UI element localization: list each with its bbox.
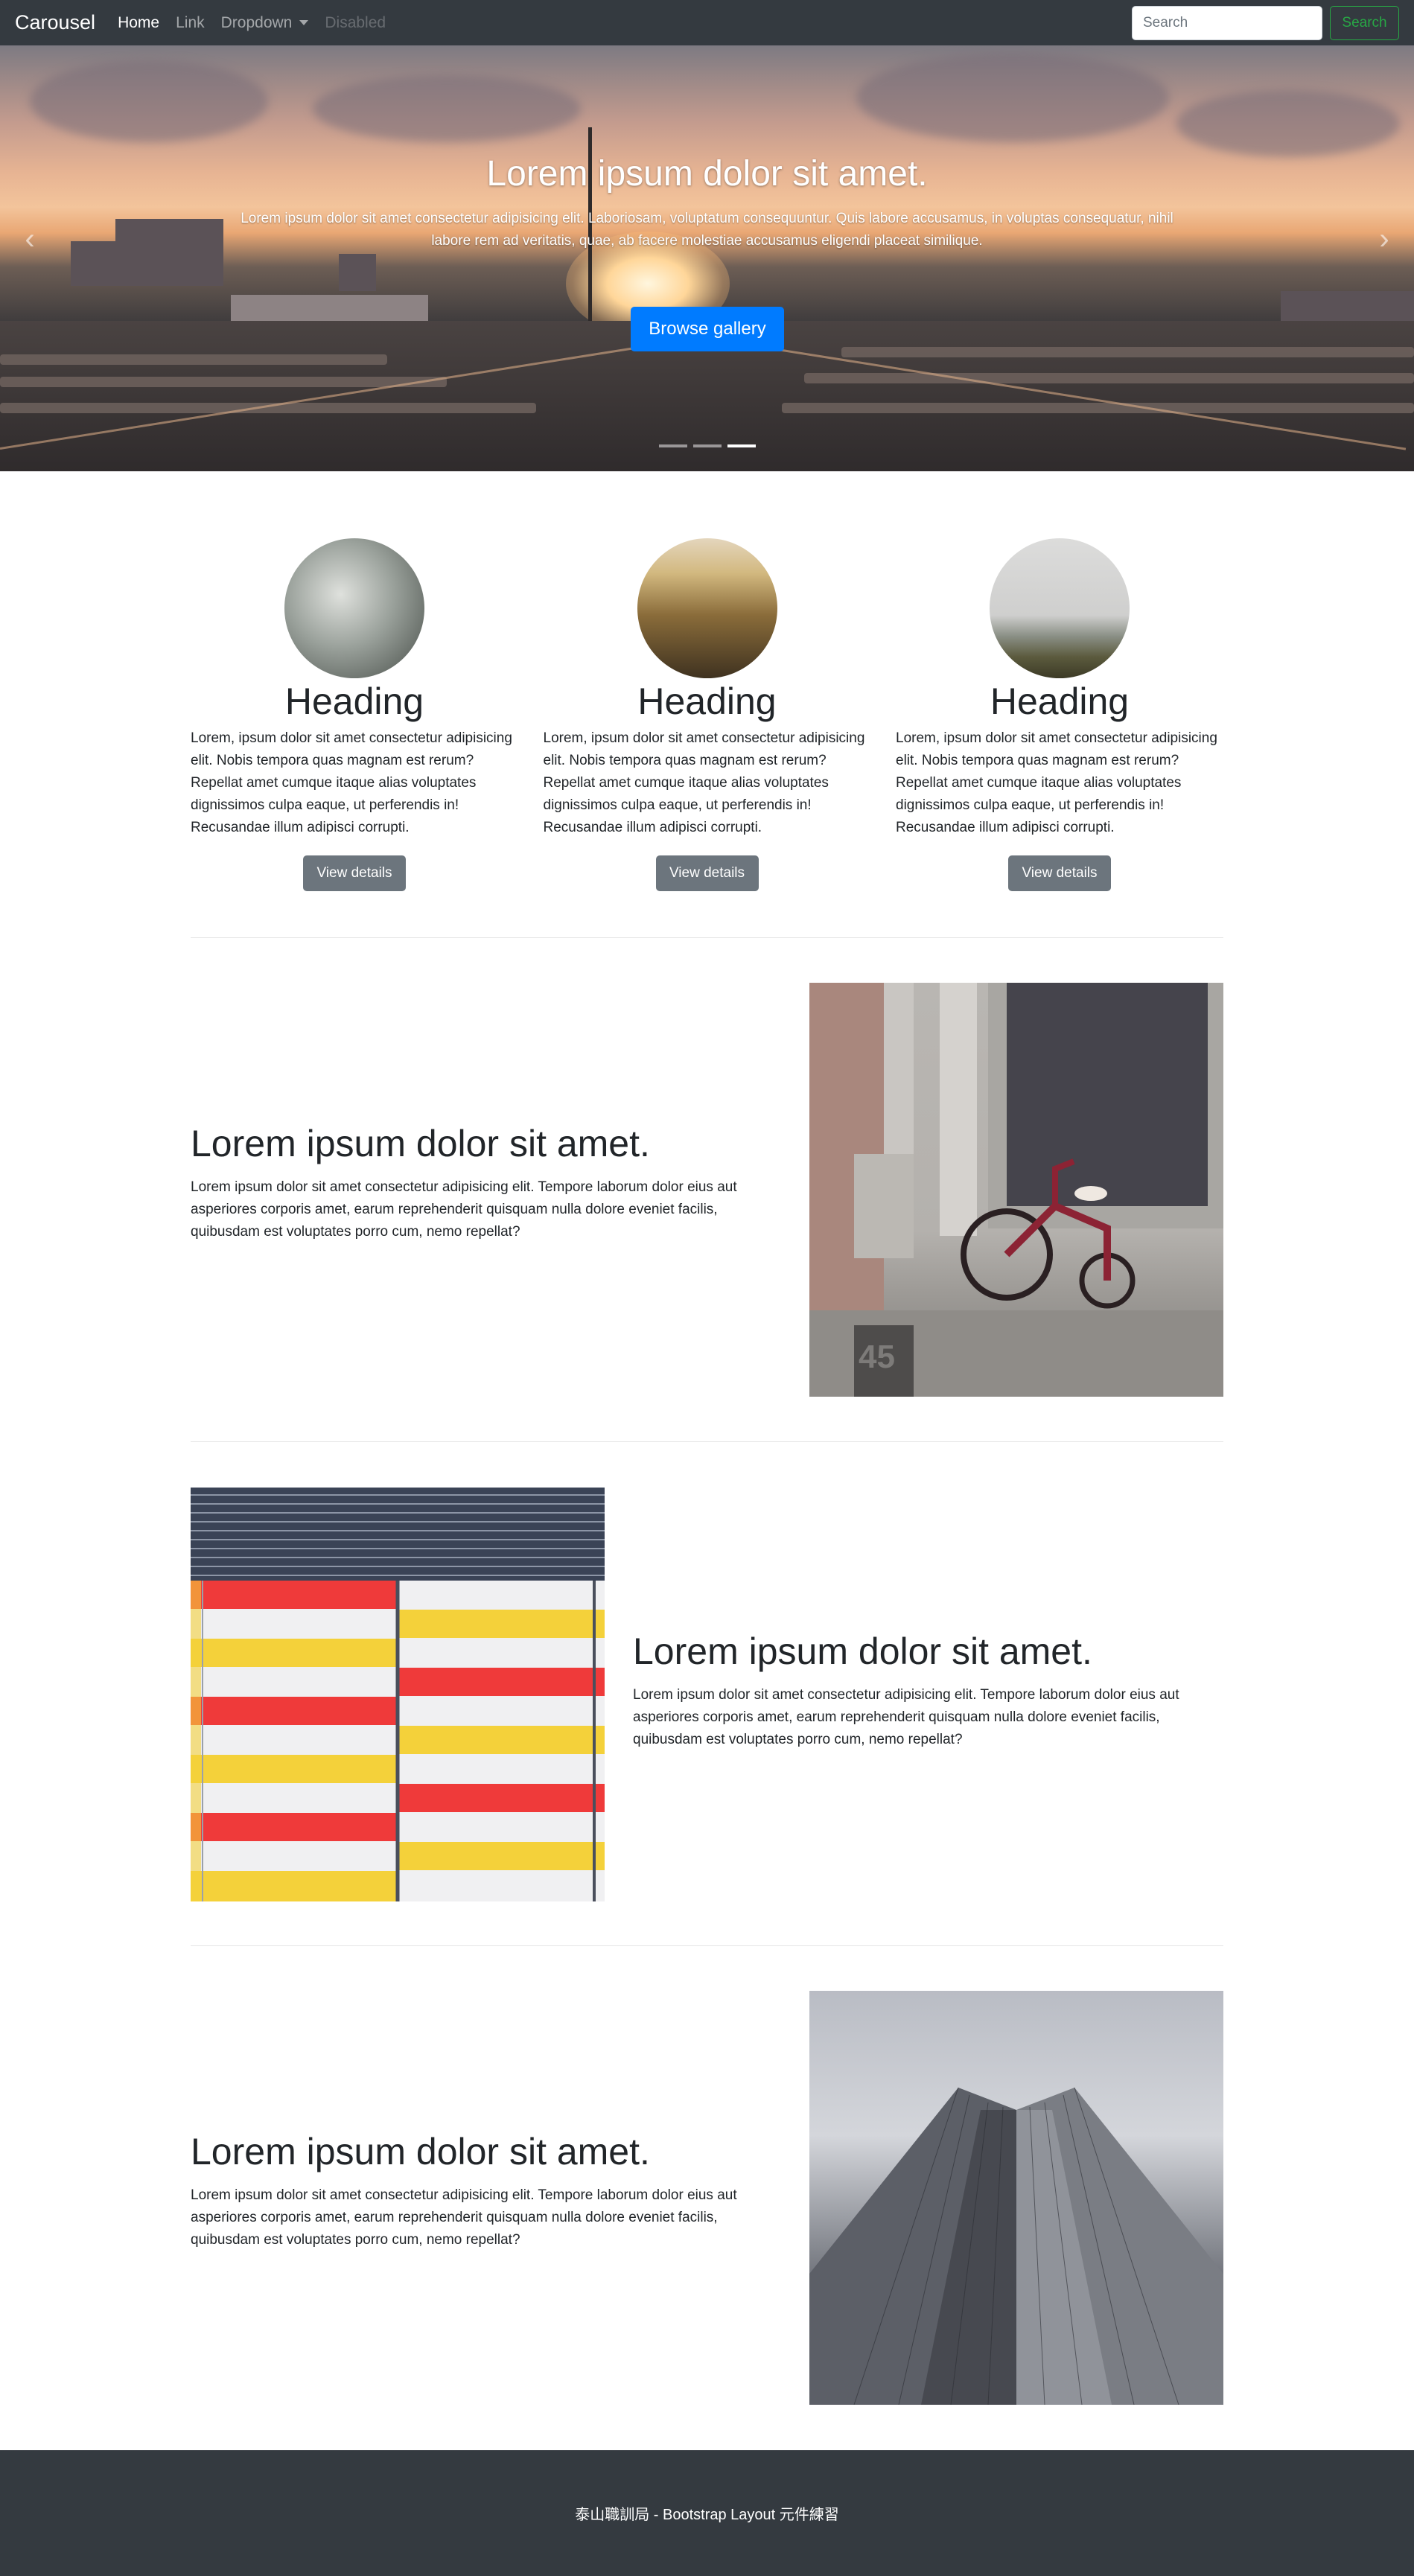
carousel-indicator[interactable] [658, 444, 687, 447]
featurette: Lorem ipsum dolor sit amet. Lorem ipsum … [191, 983, 1223, 1397]
navbar: Carousel Home Link Dropdown Disabled Sea… [0, 0, 1414, 45]
search-input[interactable] [1132, 5, 1322, 40]
carousel-title: Lorem ipsum dolor sit amet. [486, 154, 928, 194]
column-text: Lorem, ipsum dolor sit amet consectetur … [543, 730, 865, 835]
featurette-divider [191, 1945, 1223, 1946]
featurette-heading: Lorem ipsum dolor sit amet. [633, 1630, 1092, 1672]
featurette-text: Lorem ipsum dolor sit amet. Lorem ipsum … [191, 1121, 786, 1243]
image-number-label: 45 [859, 1339, 895, 1375]
column-text: Lorem, ipsum dolor sit amet consectetur … [896, 730, 1217, 835]
footer-text: 泰山職訓局 - Bootstrap Layout 元件練習 [575, 2507, 839, 2523]
column-text: Lorem, ipsum dolor sit amet consectetur … [191, 730, 512, 835]
featurette-text: Lorem ipsum dolor sit amet. Lorem ipsum … [633, 1629, 1229, 1751]
nav-dropdown[interactable]: Dropdown [221, 14, 309, 32]
carousel-indicators [0, 444, 1414, 447]
tricycle-image: 45 [809, 983, 1223, 1397]
nav-link-home[interactable]: Home [118, 14, 159, 32]
carousel: Lorem ipsum dolor sit amet. Lorem ipsum … [0, 45, 1414, 471]
nav-link-link[interactable]: Link [176, 14, 205, 32]
search-button[interactable]: Search [1330, 5, 1399, 40]
column-heading: Heading [637, 680, 777, 722]
featurette-divider [191, 1441, 1223, 1442]
building-shape [339, 254, 376, 291]
featurette: Lorem ipsum dolor sit amet. Lorem ipsum … [191, 1488, 1223, 1901]
train-shape [804, 373, 1414, 383]
carousel-text: Lorem ipsum dolor sit amet consectetur a… [241, 211, 1173, 249]
featurette-lead: Lorem ipsum dolor sit amet consectetur a… [191, 2187, 737, 2248]
featurette-divider [191, 937, 1223, 938]
view-details-button[interactable]: View details [1008, 855, 1111, 891]
carousel-indicator-active[interactable] [727, 444, 756, 447]
carousel-next-icon[interactable]: › [1369, 217, 1399, 261]
stripes-image [191, 1488, 605, 1901]
carousel-indicator[interactable] [692, 444, 722, 447]
train-shape [0, 354, 387, 365]
cloud-shape [30, 60, 268, 142]
featurette: Lorem ipsum dolor sit amet. Lorem ipsum … [191, 1991, 1223, 2405]
cloud-shape [856, 53, 1169, 142]
featurette-lead: Lorem ipsum dolor sit amet consectetur a… [633, 1687, 1179, 1747]
column-thumbnail-image [637, 538, 777, 678]
view-details-button[interactable]: View details [655, 855, 759, 891]
marketing-columns: Heading Lorem, ipsum dolor sit amet cons… [191, 538, 1223, 891]
nav-link-disabled: Disabled [325, 13, 386, 31]
browse-gallery-button[interactable]: Browse gallery [631, 307, 784, 351]
train-shape [841, 347, 1414, 357]
marketing-column: Heading Lorem, ipsum dolor sit amet cons… [191, 538, 518, 891]
cloud-shape [313, 75, 581, 142]
train-shape [0, 377, 447, 387]
navbar-brand[interactable]: Carousel [15, 11, 95, 34]
featurette-heading: Lorem ipsum dolor sit amet. [191, 1123, 650, 1164]
train-shape [782, 403, 1414, 413]
column-thumbnail-image [990, 538, 1130, 678]
nav-dropdown-label: Dropdown [220, 13, 293, 31]
carousel-caption: Lorem ipsum dolor sit amet. Lorem ipsum … [0, 153, 1414, 252]
column-thumbnail-image [284, 538, 424, 678]
marketing-column: Heading Lorem, ipsum dolor sit amet cons… [544, 538, 871, 891]
skyscraper-illustration [809, 2087, 1223, 2405]
featurette-text: Lorem ipsum dolor sit amet. Lorem ipsum … [191, 2129, 786, 2251]
skyscraper-image [809, 1991, 1223, 2405]
column-heading: Heading [990, 680, 1130, 722]
tricycle-illustration [809, 983, 1223, 1397]
caret-down-icon [299, 20, 309, 25]
marketing-column: Heading Lorem, ipsum dolor sit amet cons… [896, 538, 1223, 891]
footer: 泰山職訓局 - Bootstrap Layout 元件練習 [0, 2450, 1414, 2576]
carousel-prev-icon[interactable]: ‹ [15, 217, 45, 261]
stripes-illustration [191, 1488, 605, 1901]
column-heading: Heading [284, 680, 424, 722]
featurette-lead: Lorem ipsum dolor sit amet consectetur a… [191, 1179, 737, 1240]
view-details-button[interactable]: View details [303, 855, 406, 891]
cloud-shape [1176, 90, 1400, 157]
featurette-heading: Lorem ipsum dolor sit amet. [191, 2131, 650, 2172]
